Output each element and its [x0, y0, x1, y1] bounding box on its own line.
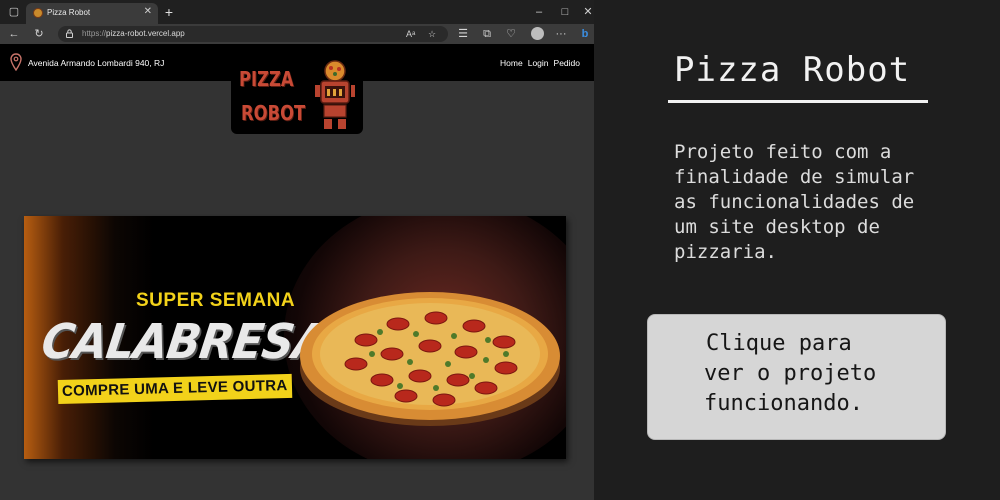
banner-offer: COMPRE UMA E LEVE OUTRA — [57, 373, 292, 405]
url-text: https://pizza-robot.vercel.app — [82, 29, 185, 38]
project-info-panel: Pizza Robot Projeto feito com a finalida… — [594, 0, 1000, 500]
logo-word-robot: ROBOT — [241, 101, 306, 125]
new-tab-button[interactable]: + — [161, 3, 177, 21]
browser-tab[interactable]: Pizza Robot ✕ — [26, 3, 158, 24]
project-title: Pizza Robot — [674, 50, 911, 90]
location-pin-icon — [10, 53, 22, 71]
description-line: um site desktop de — [674, 216, 880, 238]
browser-titlebar: ▢ Pizza Robot ✕ + – □ ✕ — [0, 0, 594, 24]
tab-close-icon[interactable]: ✕ — [144, 5, 152, 19]
tab-title: Pizza Robot — [47, 8, 91, 17]
read-aloud-icon[interactable]: Aᵃ — [406, 26, 415, 42]
favorites-star-icon[interactable]: ☆ — [428, 26, 436, 42]
window-close-button[interactable]: ✕ — [576, 0, 594, 24]
lock-icon — [66, 29, 73, 38]
description-line: pizzaria. — [674, 241, 777, 263]
banner-headline: CALABRESA — [38, 314, 331, 370]
banner-super-semana: SUPER SEMANA — [136, 290, 296, 311]
button-label-line: Clique para — [706, 331, 852, 356]
site-logo[interactable]: PIZZA ROBOT — [231, 57, 363, 134]
promo-banner[interactable]: SUPER SEMANA CALABRESA COMPRE UMA E LEVE… — [24, 216, 566, 459]
favorites-bar-icon[interactable]: ☰ — [454, 24, 472, 44]
logo-word-pizza: PIZZA — [239, 67, 294, 91]
nav-login-link[interactable]: Login — [528, 56, 549, 70]
bing-icon[interactable]: b — [576, 24, 594, 44]
robot-mascot-icon — [315, 60, 355, 129]
button-label-line: funcionando. — [704, 391, 863, 416]
title-divider — [668, 100, 928, 103]
minimize-button[interactable]: – — [527, 0, 551, 24]
collections-icon[interactable]: ⧉ — [478, 24, 496, 44]
refresh-icon[interactable]: ↻ — [30, 24, 48, 44]
nav-home-link[interactable]: Home — [500, 56, 523, 70]
address-bar[interactable]: https://pizza-robot.vercel.app Aᵃ ☆ — [58, 26, 448, 42]
profile-avatar[interactable] — [531, 27, 544, 40]
pizza-image — [300, 292, 560, 426]
extensions-icon[interactable]: ♡ — [502, 24, 520, 44]
back-icon[interactable]: ← — [5, 24, 23, 44]
browser-toolbar: ← ↻ https://pizza-robot.vercel.app Aᵃ ☆ … — [0, 24, 594, 44]
project-description: Projeto feito com a finalidade de simula… — [674, 140, 974, 265]
browser-window: ▢ Pizza Robot ✕ + – □ ✕ ← ↻ https://pizz… — [0, 0, 594, 500]
store-address: Avenida Armando Lombardi 940, RJ — [28, 58, 165, 68]
site-nav-links: Home Login Pedido — [500, 56, 580, 70]
button-label-line: ver o projeto — [704, 361, 877, 386]
description-line: Projeto feito com a — [674, 141, 892, 163]
description-line: finalidade de simular — [674, 166, 915, 188]
maximize-button[interactable]: □ — [553, 0, 577, 24]
nav-pedido-link[interactable]: Pedido — [554, 56, 580, 70]
description-line: as funcionalidades de — [674, 191, 915, 213]
more-icon[interactable]: ··· — [552, 24, 570, 44]
view-project-button[interactable]: Clique para ver o projeto funcionando. — [647, 314, 946, 440]
tab-actions-icon[interactable]: ▢ — [2, 0, 26, 24]
pizza-favicon-icon — [33, 8, 43, 18]
